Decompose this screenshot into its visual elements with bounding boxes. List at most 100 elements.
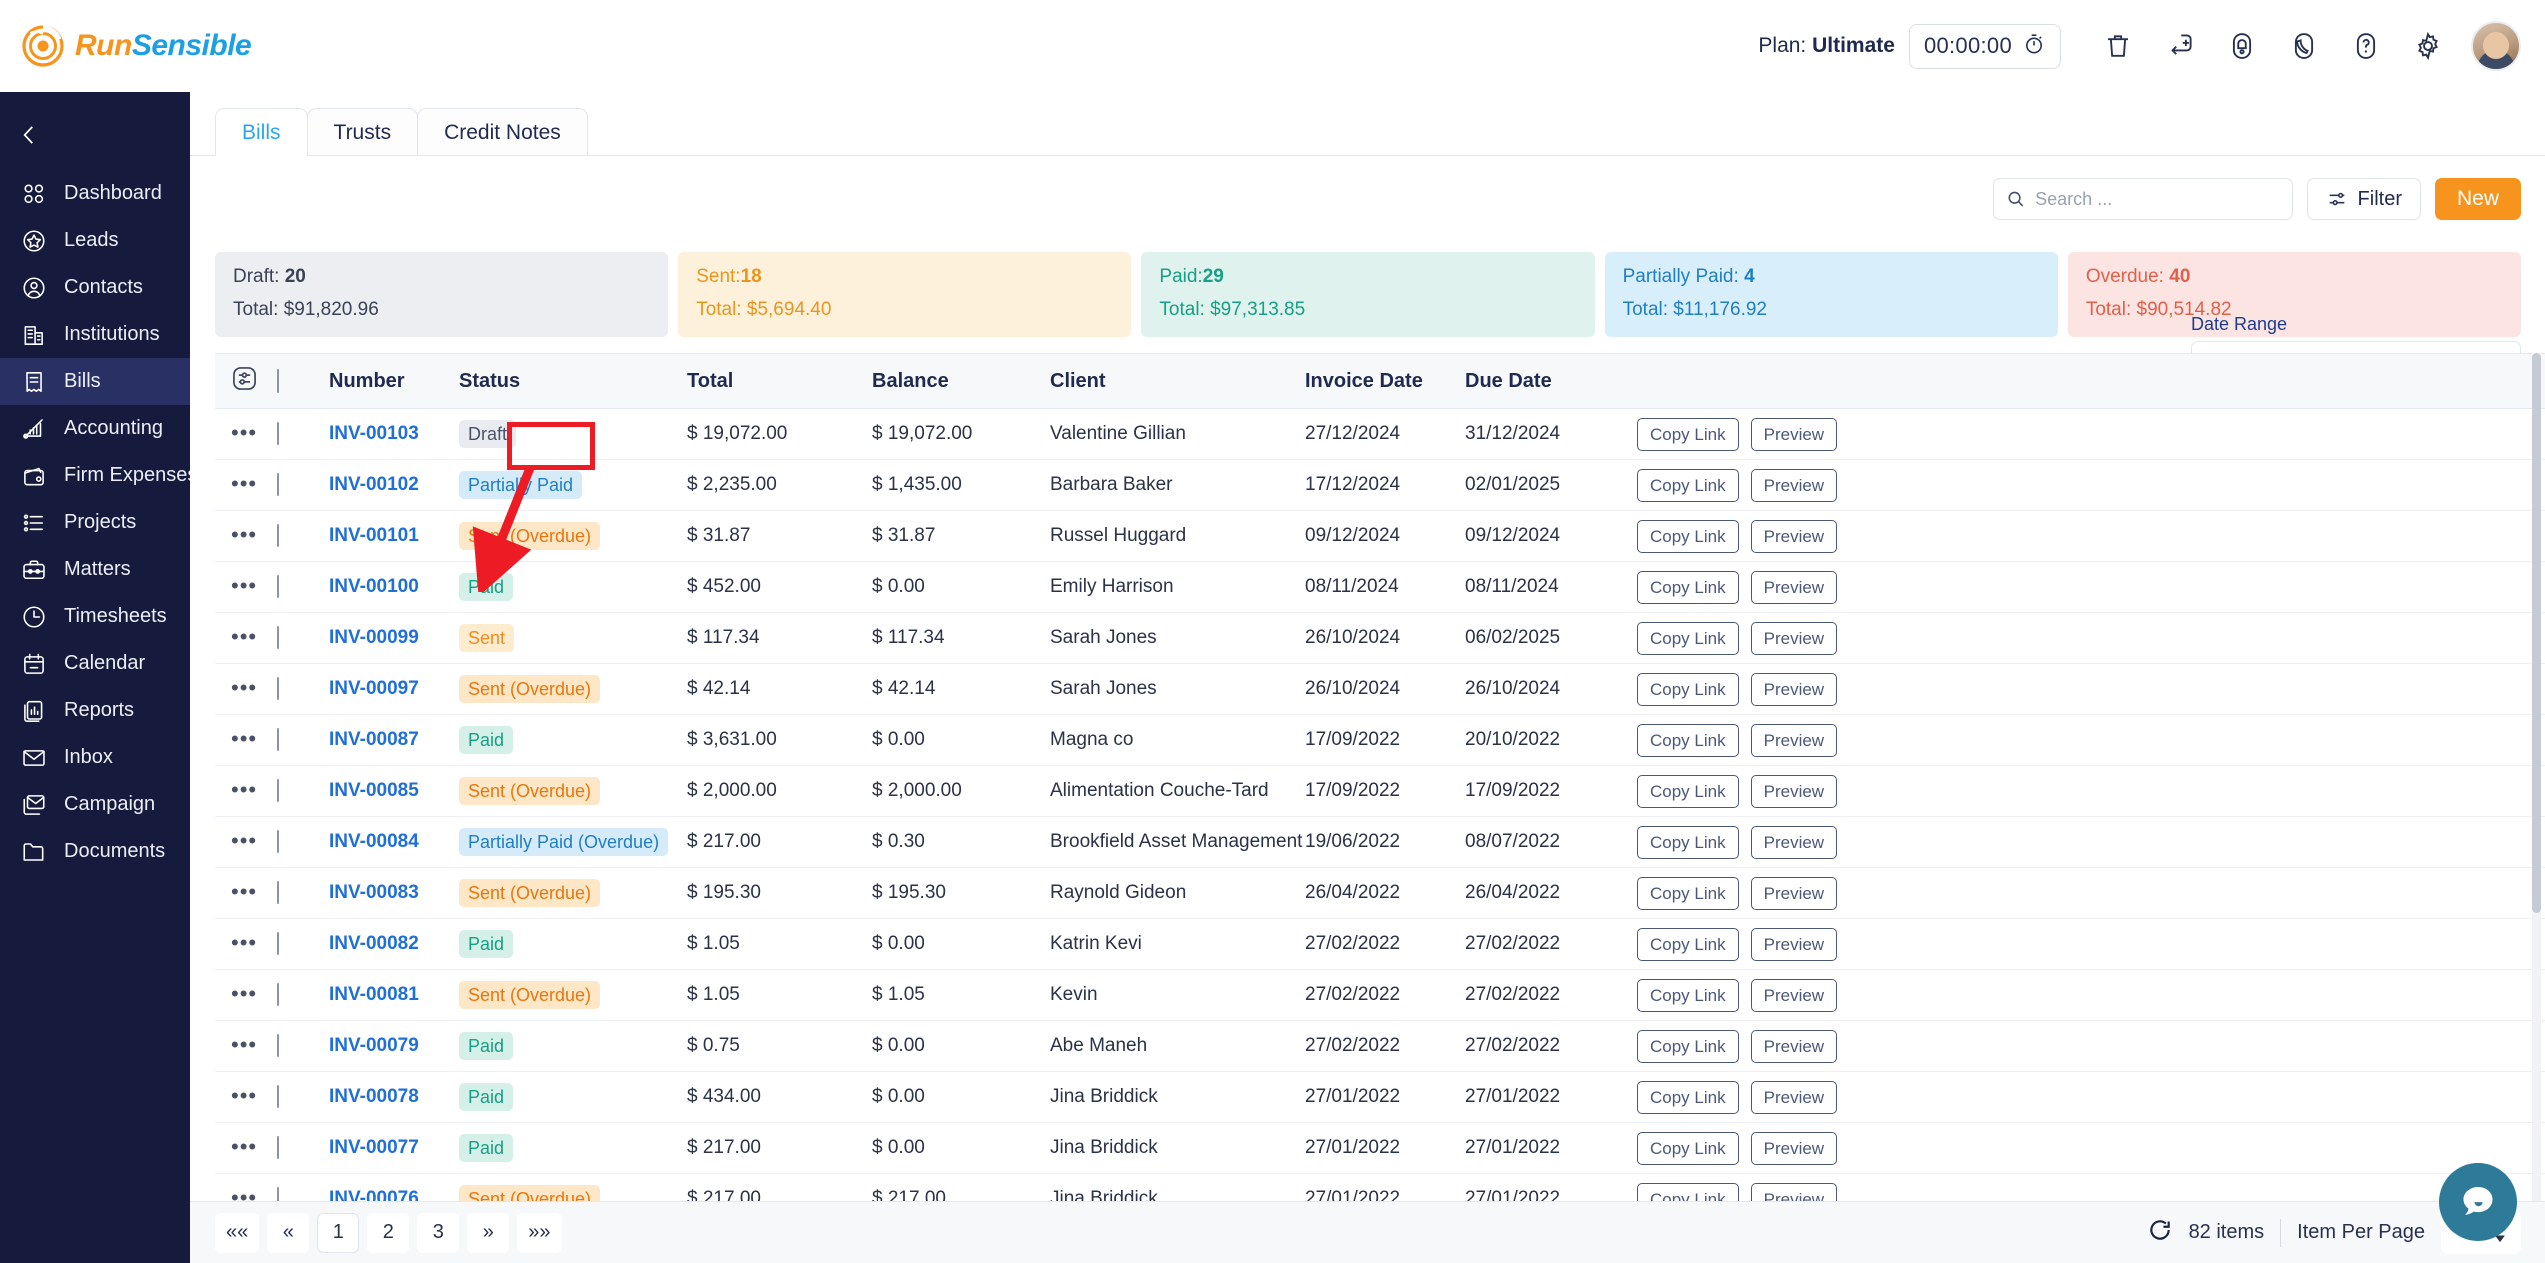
row-checkbox[interactable] — [277, 677, 279, 700]
timer-widget[interactable]: 00:00:00 — [1908, 23, 2061, 69]
bill-number-link[interactable]: INV-00084 — [329, 831, 419, 852]
refresh-icon[interactable] — [2147, 1217, 2173, 1248]
bill-number-link[interactable]: INV-00102 — [329, 474, 419, 495]
copy-link-button[interactable]: Copy Link — [1637, 1182, 1739, 1201]
header-balance[interactable]: Balance — [872, 353, 1050, 409]
preview-button[interactable]: Preview — [1750, 978, 1838, 1012]
trash-icon-button[interactable] — [2087, 18, 2149, 74]
table-row[interactable]: ••• INV-00101 Sent (Overdue) $ 31.87 $ 31.87… — [215, 510, 2545, 562]
preview-button[interactable]: Preview — [1750, 927, 1838, 961]
bill-number-link[interactable]: INV-00079 — [329, 1035, 419, 1056]
summary-card[interactable]: Draft: 20 Total: $91,820.96 — [215, 252, 669, 337]
row-more-icon[interactable]: ••• — [231, 930, 257, 955]
summary-card[interactable]: Sent:18 Total: $5,694.40 — [678, 252, 1132, 337]
table-row[interactable]: ••• INV-00087 Paid $ 3,631.00 $ 0.00 Magna co… — [215, 714, 2545, 766]
copy-link-button[interactable]: Copy Link — [1637, 519, 1739, 553]
sidebar-item-contacts[interactable]: Contacts — [0, 264, 190, 311]
bill-number-link[interactable]: INV-00087 — [329, 729, 419, 750]
pagination-page-2[interactable]: 2 — [367, 1212, 410, 1253]
bill-number-link[interactable]: INV-00101 — [329, 525, 419, 546]
sidebar-item-dashboard[interactable]: Dashboard — [0, 170, 190, 217]
row-more-icon[interactable]: ••• — [231, 522, 257, 547]
preview-button[interactable]: Preview — [1750, 417, 1838, 451]
preview-button[interactable]: Preview — [1750, 876, 1838, 910]
preview-button[interactable]: Preview — [1750, 1080, 1838, 1114]
select-all-checkbox[interactable] — [277, 368, 279, 393]
header-total[interactable]: Total — [687, 353, 872, 409]
header-due-date[interactable]: Due Date — [1465, 353, 1637, 409]
row-more-icon[interactable]: ••• — [231, 777, 257, 802]
sidebar-item-inbox[interactable]: Inbox — [0, 734, 190, 781]
preview-button[interactable]: Preview — [1750, 825, 1838, 859]
preview-button[interactable]: Preview — [1750, 468, 1838, 502]
app-logo[interactable]: RunSensible — [22, 25, 252, 67]
bill-number-link[interactable]: INV-00103 — [329, 423, 419, 444]
row-checkbox[interactable] — [277, 1136, 279, 1159]
sidebar-item-firm-expenses[interactable]: Firm Expenses — [0, 452, 197, 499]
preview-button[interactable]: Preview — [1750, 621, 1838, 655]
sidebar-item-accounting[interactable]: Accounting — [0, 405, 190, 452]
filter-button[interactable]: Filter — [2306, 178, 2421, 220]
settings-gear-icon-button[interactable] — [2397, 18, 2459, 74]
row-checkbox[interactable] — [277, 1034, 279, 1057]
row-more-icon[interactable]: ••• — [231, 573, 257, 598]
header-number[interactable]: Number — [329, 353, 459, 409]
row-checkbox[interactable] — [277, 983, 279, 1006]
copy-link-button[interactable]: Copy Link — [1637, 621, 1739, 655]
preview-button[interactable]: Preview — [1750, 1029, 1838, 1063]
copy-link-button[interactable]: Copy Link — [1637, 723, 1739, 757]
summary-card[interactable]: Paid:29 Total: $97,313.85 — [1141, 252, 1595, 337]
row-checkbox[interactable] — [277, 524, 279, 547]
column-settings-icon[interactable] — [231, 366, 258, 397]
bill-number-link[interactable]: INV-00082 — [329, 933, 419, 954]
table-row[interactable]: ••• INV-00081 Sent (Overdue) $ 1.05 $ 1.05 Ke… — [215, 969, 2545, 1021]
row-checkbox[interactable] — [277, 779, 279, 802]
row-more-icon[interactable]: ••• — [231, 981, 257, 1006]
row-checkbox[interactable] — [277, 473, 279, 496]
row-checkbox[interactable] — [277, 1187, 279, 1201]
table-row[interactable]: ••• INV-00076 Sent (Overdue) $ 217.00 $ 217.… — [215, 1173, 2545, 1202]
row-more-icon[interactable]: ••• — [231, 1185, 257, 1202]
preview-button[interactable]: Preview — [1750, 519, 1838, 553]
pagination-prev[interactable]: « — [267, 1212, 310, 1253]
new-button[interactable]: New — [2434, 178, 2521, 220]
copy-link-button[interactable]: Copy Link — [1637, 468, 1739, 502]
pagination-first[interactable]: «« — [215, 1212, 260, 1253]
chat-widget-button[interactable] — [2439, 1163, 2517, 1241]
table-row[interactable]: ••• INV-00083 Sent (Overdue) $ 195.30 $ 195.… — [215, 867, 2545, 919]
bill-number-link[interactable]: INV-00099 — [329, 627, 419, 648]
preview-button[interactable]: Preview — [1750, 1182, 1838, 1201]
table-row[interactable]: ••• INV-00085 Sent (Overdue) $ 2,000.00 $ 2,… — [215, 765, 2545, 817]
sidebar-item-documents[interactable]: Documents — [0, 828, 190, 875]
header-status[interactable]: Status — [459, 353, 687, 409]
sidebar-collapse-button[interactable] — [0, 100, 190, 170]
copy-link-button[interactable]: Copy Link — [1637, 927, 1739, 961]
bill-number-link[interactable]: INV-00076 — [329, 1188, 419, 1201]
table-row[interactable]: ••• INV-00100 Paid $ 452.00 $ 0.00 Emily Harr… — [215, 561, 2545, 613]
copy-link-button[interactable]: Copy Link — [1637, 774, 1739, 808]
sidebar-item-reports[interactable]: Reports — [0, 687, 190, 734]
copy-link-button[interactable]: Copy Link — [1637, 825, 1739, 859]
notification-bell-icon-button[interactable] — [2211, 18, 2273, 74]
bill-number-link[interactable]: INV-00083 — [329, 882, 419, 903]
copy-link-button[interactable]: Copy Link — [1637, 1131, 1739, 1165]
bill-number-link[interactable]: INV-00081 — [329, 984, 419, 1005]
preview-button[interactable]: Preview — [1750, 774, 1838, 808]
bill-number-link[interactable]: INV-00097 — [329, 678, 419, 699]
search-box[interactable] — [1992, 178, 2293, 220]
table-row[interactable]: ••• INV-00099 Sent $ 117.34 $ 117.34 Sarah Jo… — [215, 612, 2545, 664]
row-checkbox[interactable] — [277, 575, 279, 598]
copy-link-button[interactable]: Copy Link — [1637, 417, 1739, 451]
row-more-icon[interactable]: ••• — [231, 726, 257, 751]
row-more-icon[interactable]: ••• — [231, 624, 257, 649]
copy-link-button[interactable]: Copy Link — [1637, 1029, 1739, 1063]
table-row[interactable]: ••• INV-00102 Partially Paid $ 2,235.00 $ 1,… — [215, 459, 2545, 511]
copy-link-button[interactable]: Copy Link — [1637, 570, 1739, 604]
preview-button[interactable]: Preview — [1750, 570, 1838, 604]
table-row[interactable]: ••• INV-00077 Paid $ 217.00 $ 0.00 Jina Bridd… — [215, 1122, 2545, 1174]
header-invoice-date[interactable]: Invoice Date — [1305, 353, 1465, 409]
bill-number-link[interactable]: INV-00085 — [329, 780, 419, 801]
bill-number-link[interactable]: INV-00078 — [329, 1086, 419, 1107]
row-more-icon[interactable]: ••• — [231, 828, 257, 853]
row-checkbox[interactable] — [277, 932, 279, 955]
